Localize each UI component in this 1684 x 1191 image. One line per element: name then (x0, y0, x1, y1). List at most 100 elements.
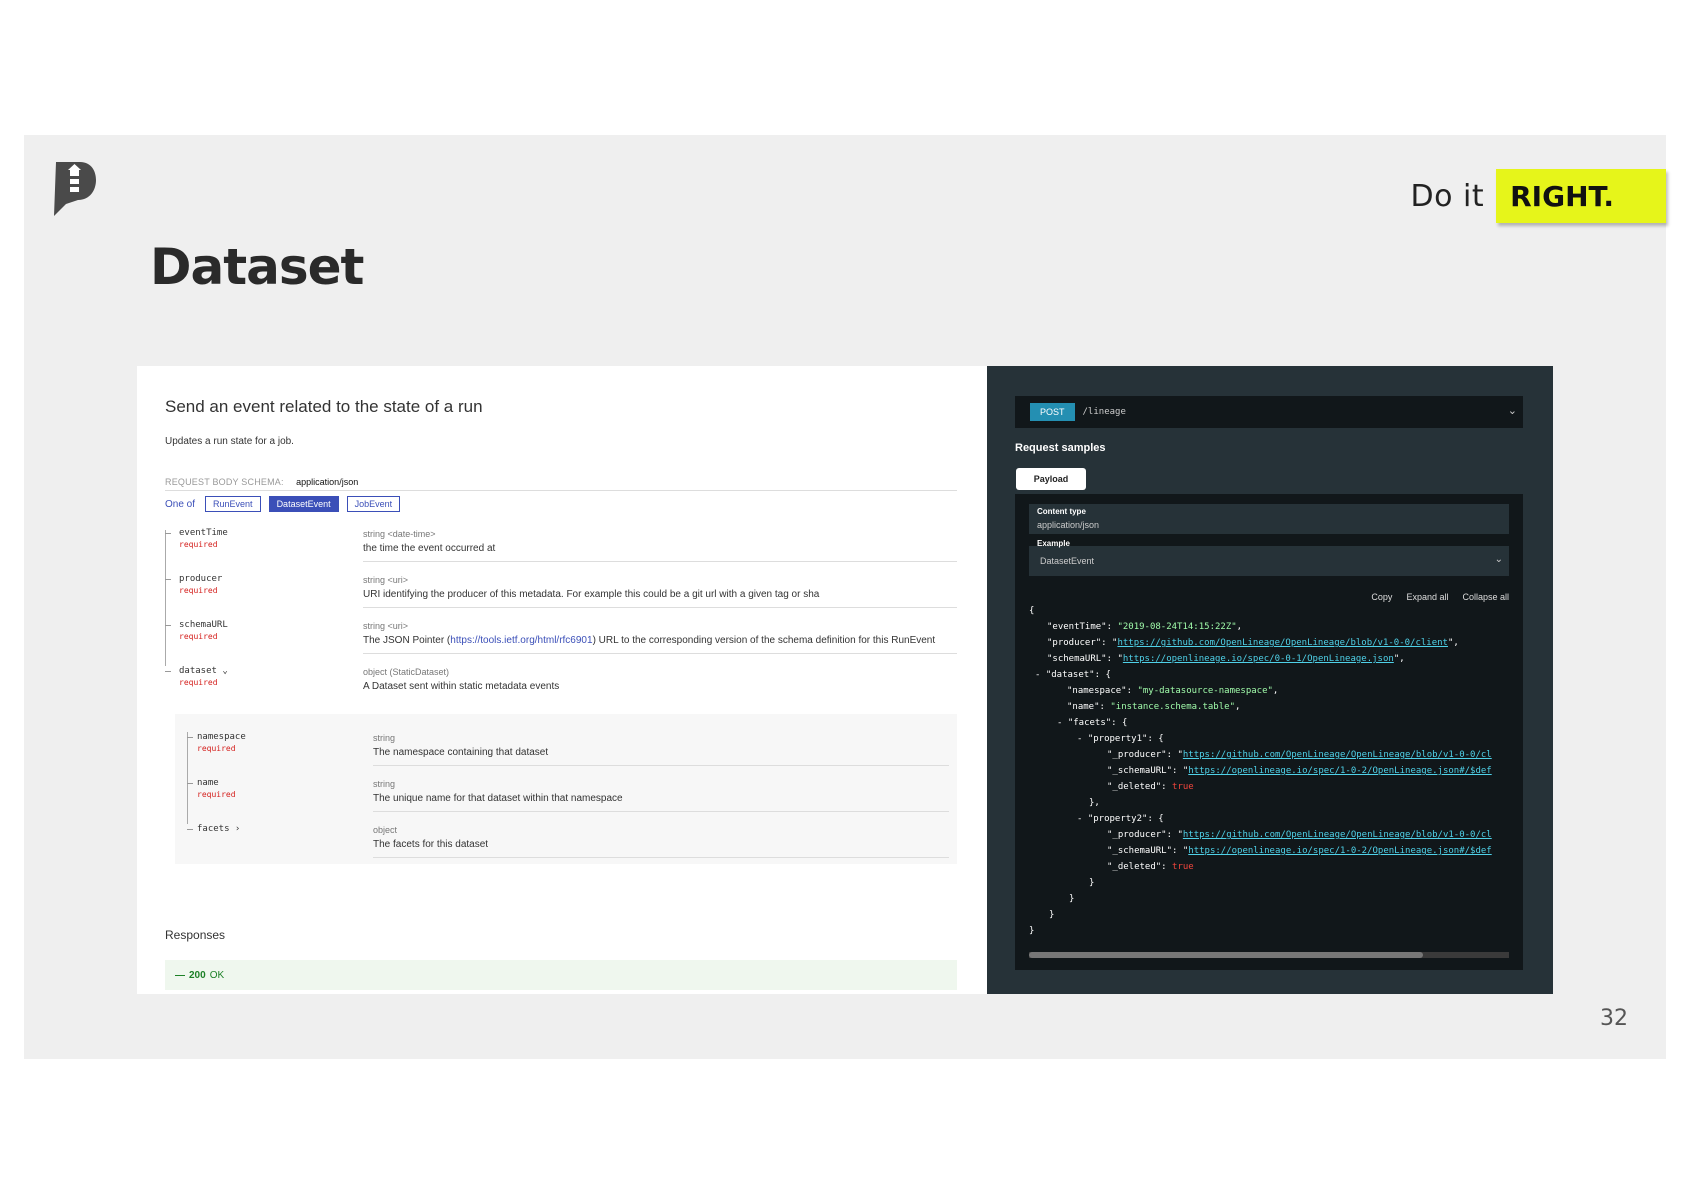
tree-branch (165, 625, 171, 626)
dataset-expand-toggle[interactable]: dataset ⌄ (179, 666, 228, 676)
endpoint-bar[interactable]: POST /lineage ⌄ (1015, 396, 1523, 428)
required-label: required (179, 632, 218, 641)
json-code-sample: { "eventTime": "2019-08-24T14:15:22Z", "… (1029, 606, 1509, 946)
code-line: "name": "instance.schema.table", (1067, 702, 1241, 712)
code-line: "producer": "https://github.com/OpenLine… (1047, 638, 1459, 648)
property-name: name (197, 778, 219, 788)
property-type: object (StaticDataset) (363, 667, 450, 677)
property-description: The JSON Pointer (https://tools.ietf.org… (363, 635, 935, 646)
property-description: A Dataset sent within static metadata ev… (363, 681, 560, 692)
property-name: eventTime (179, 528, 228, 538)
oneof-datasetevent-button[interactable]: DatasetEvent (268, 496, 339, 512)
property-row: facets › object The facets for this data… (187, 824, 949, 864)
required-label: required (197, 744, 236, 753)
code-link[interactable]: https://github.com/OpenLineage/OpenLinea… (1117, 638, 1448, 648)
collapse-all-button[interactable]: Collapse all (1462, 592, 1509, 602)
copy-button[interactable]: Copy (1371, 592, 1392, 602)
required-label: required (179, 678, 218, 687)
code-line: } (1069, 894, 1075, 904)
property-row: namespace required string The namespace … (187, 732, 949, 772)
schema-value: application/json (296, 477, 359, 487)
required-label: required (179, 586, 218, 595)
code-line: } (1089, 878, 1095, 888)
example-select[interactable]: Example DatasetEvent ⌄ (1029, 539, 1509, 576)
example-value: DatasetEvent (1040, 556, 1095, 566)
code-line: "_producer": "https://github.com/OpenLin… (1107, 830, 1492, 840)
api-doc-panel: Send an event related to the state of a … (137, 366, 987, 994)
tree-branch (165, 671, 171, 672)
property-type: string (373, 733, 396, 743)
tree-branch (165, 579, 171, 580)
property-description: The unique name for that dataset within … (373, 793, 623, 804)
slogan-highlight: RIGHT. (1496, 169, 1666, 223)
code-link[interactable]: https://openlineage.io/spec/0-0-1/OpenLi… (1123, 654, 1394, 664)
property-row: eventTime required string <date-time> th… (165, 528, 957, 568)
required-label: required (179, 540, 218, 549)
property-name: producer (179, 574, 223, 584)
property-name: namespace (197, 732, 246, 742)
property-row: schemaURL required string <uri> The JSON… (165, 620, 957, 660)
code-line: "_schemaURL": "https://openlineage.io/sp… (1107, 766, 1492, 776)
slogan: Do it RIGHT. (1411, 168, 1666, 224)
payload-tab[interactable]: Payload (1016, 468, 1086, 490)
code-line: "eventTime": "2019-08-24T14:15:22Z", (1047, 622, 1243, 632)
content-type-value: application/json (1037, 520, 1100, 530)
divider (363, 653, 957, 654)
oneof-runevent-button[interactable]: RunEvent (205, 496, 261, 512)
response-200-row[interactable]: — 200 OK (165, 960, 957, 990)
divider (373, 811, 949, 812)
tree-branch (187, 783, 193, 784)
chevron-down-icon: ⌄ (1507, 405, 1517, 417)
code-line-toggle[interactable]: - "facets": { (1057, 718, 1127, 728)
page-number: 32 (1600, 1006, 1628, 1031)
facets-expand-toggle[interactable]: facets › (197, 824, 240, 834)
code-line-toggle[interactable]: - "property2": { (1077, 814, 1164, 824)
desc-text: ) URL to the corresponding version of th… (592, 635, 936, 646)
schema-label: REQUEST BODY SCHEMA: (165, 477, 284, 487)
divider (363, 561, 957, 562)
code-line-toggle[interactable]: - "dataset": { (1035, 670, 1111, 680)
divider (373, 765, 949, 766)
divider (363, 607, 957, 608)
property-description: the time the event occurred at (363, 543, 496, 554)
response-code: 200 (189, 969, 206, 981)
request-samples-title: Request samples (1015, 442, 1106, 454)
code-line: } (1029, 926, 1035, 936)
code-link[interactable]: https://openlineage.io/spec/1-0-2/OpenLi… (1188, 766, 1491, 776)
code-line: "_deleted": true (1107, 862, 1194, 872)
horizontal-scrollbar[interactable] (1029, 952, 1509, 958)
property-description: The facets for this dataset (373, 839, 489, 850)
http-method-badge: POST (1030, 403, 1075, 421)
chevron-down-icon: ⌄ (1494, 554, 1503, 565)
oneof-jobevent-button[interactable]: JobEvent (346, 496, 401, 512)
code-link[interactable]: https://github.com/OpenLineage/OpenLinea… (1183, 830, 1492, 840)
sample-container: Content type application/json Example Da… (1015, 494, 1523, 970)
example-label: Example (1037, 539, 1070, 548)
property-type: string (373, 779, 396, 789)
code-line: "namespace": "my-datasource-namespace", (1067, 686, 1279, 696)
code-link[interactable]: https://openlineage.io/spec/1-0-2/OpenLi… (1188, 846, 1491, 856)
property-row: producer required string <uri> URI ident… (165, 574, 957, 614)
desc-text: The JSON Pointer ( (363, 635, 451, 646)
divider (373, 857, 949, 858)
responses-heading: Responses (165, 928, 226, 942)
code-link[interactable]: https://github.com/OpenLineage/OpenLinea… (1183, 750, 1492, 760)
code-line: "_deleted": true (1107, 782, 1194, 792)
code-line: "_producer": "https://github.com/OpenLin… (1107, 750, 1492, 760)
expand-all-button[interactable]: Expand all (1406, 592, 1448, 602)
code-line-toggle[interactable]: - "property1": { (1077, 734, 1164, 744)
property-description: The namespace containing that dataset (373, 747, 549, 758)
oneof-label: One of (165, 498, 196, 510)
property-row: dataset ⌄ required object (StaticDataset… (165, 666, 957, 706)
property-type: string <date-time> (363, 529, 436, 539)
content-type-label: Content type (1037, 507, 1086, 516)
endpoint-description: Updates a run state for a job. (165, 436, 294, 447)
response-text: OK (209, 969, 225, 981)
code-line: }, (1089, 798, 1100, 808)
oneof-selector: One of RunEvent DatasetEvent JobEvent (165, 496, 408, 512)
content-type-box: Content type application/json (1029, 504, 1509, 534)
property-row: name required string The unique name for… (187, 778, 949, 818)
scrollbar-thumb[interactable] (1029, 952, 1423, 958)
required-label: required (197, 790, 236, 799)
rfc-link[interactable]: https://tools.ietf.org/html/rfc6901 (450, 635, 592, 646)
